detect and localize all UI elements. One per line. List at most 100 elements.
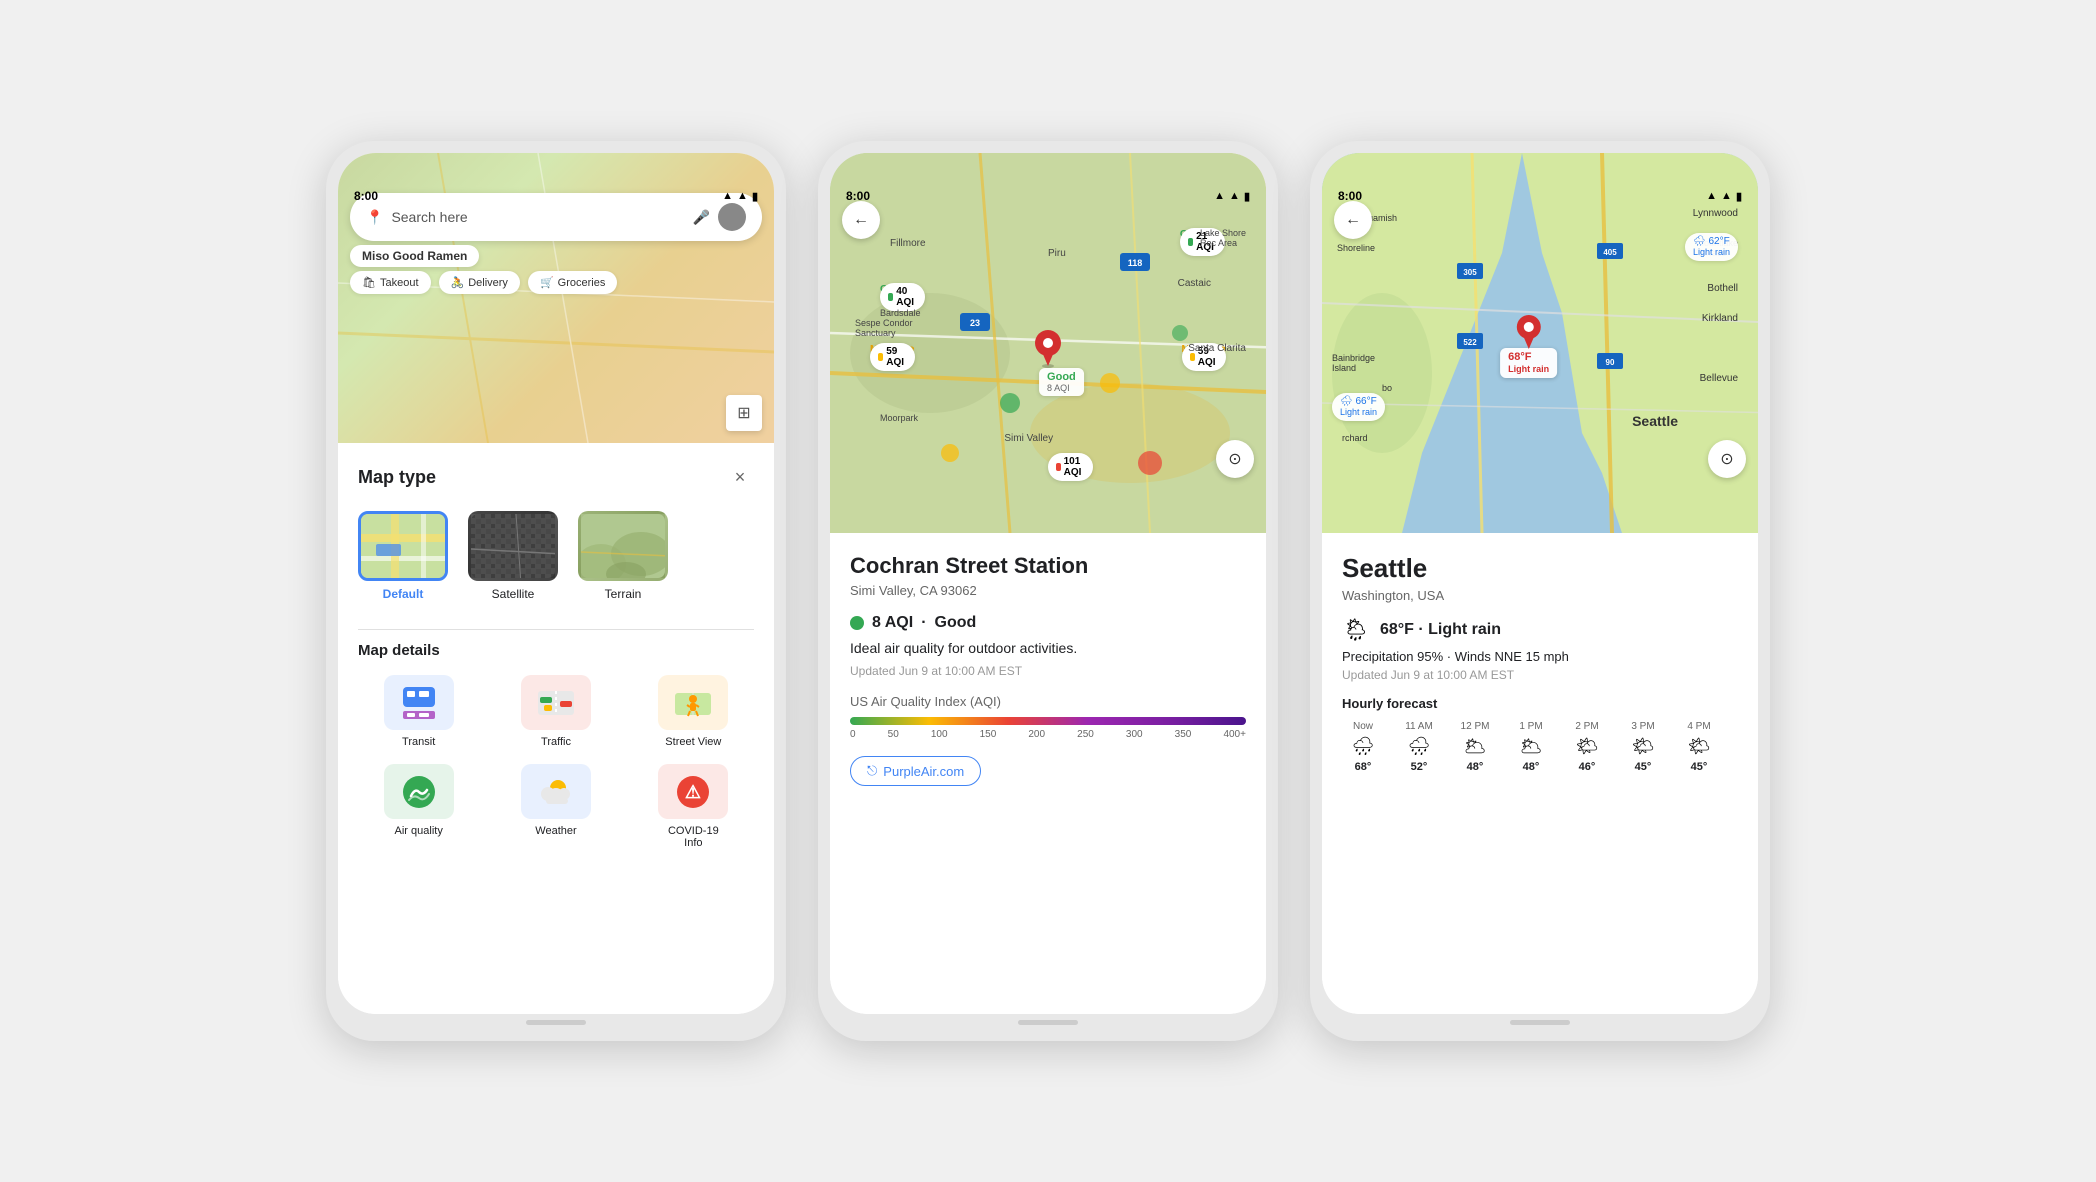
weather-detail: Precipitation 95% · Winds NNE 15 mph: [1342, 649, 1738, 664]
pin-badge-cond: Light rain: [1508, 364, 1549, 374]
takeout-chip[interactable]: 🛍 Takeout: [350, 271, 431, 294]
pin-svg-weather: [1515, 313, 1543, 351]
weather-icon-bg: [521, 764, 591, 819]
weather-icon-svg: [536, 772, 576, 812]
map-pin-aqi: [1033, 328, 1063, 373]
phone-1-inner: 8:00 ▲ ▲ ▮ 📍 Search h: [338, 153, 774, 1014]
layers-button[interactable]: ⊞: [726, 395, 762, 431]
close-button[interactable]: ×: [726, 463, 754, 491]
precipitation-text: Precipitation 95%: [1342, 649, 1443, 664]
label-lynnwood: Lynnwood: [1693, 208, 1738, 219]
wifi-icon-2: ▲: [1229, 190, 1240, 202]
aqi-label-150: 150: [980, 729, 997, 740]
satellite-label: Satellite: [492, 587, 535, 601]
svg-text:305: 305: [1463, 268, 1477, 277]
delivery-chip[interactable]: 🚴 Delivery: [439, 271, 520, 294]
weather-updated: Updated Jun 9 at 10:00 AM EST: [1342, 668, 1738, 682]
map-type-panel: Map type ×: [338, 443, 774, 1014]
map-type-terrain[interactable]: Terrain: [578, 511, 668, 601]
detail-covid[interactable]: ⚠ COVID-19 Info: [633, 764, 754, 849]
hourly-time-3: 1 PM: [1519, 721, 1542, 732]
locate-button-3[interactable]: ⊙: [1708, 440, 1746, 478]
svg-text:118: 118: [1128, 258, 1143, 268]
aqi-label-200: 200: [1028, 729, 1045, 740]
phone-1-time: 8:00: [354, 189, 378, 203]
map-types-row: Default: [358, 511, 754, 601]
hourly-temp-6: 45°: [1691, 761, 1708, 773]
badge-62-cond: Light rain: [1693, 247, 1730, 257]
streetview-icon-bg: [658, 675, 728, 730]
phone-1-map-bg: 8:00 ▲ ▲ ▮ 📍 Search h: [338, 153, 774, 443]
detail-weather[interactable]: Weather: [495, 764, 616, 849]
default-thumb: [358, 511, 448, 581]
map-label-bardsdale: Bardsdale: [880, 308, 921, 318]
map-details-grid: Transit Traffi: [358, 675, 754, 849]
weather-temp: 68°F: [1380, 621, 1414, 638]
phone-2-status-icons: ▲ ▲ ▮: [1214, 190, 1250, 203]
hourly-item-4pm: 4 PM 🌤 45°: [1678, 721, 1720, 773]
locate-button-2[interactable]: ⊙: [1216, 440, 1254, 478]
aqi-badge-59-left: 59 AQI Moderate: [870, 343, 914, 355]
phone-3-map: 8:00 ▲ ▲ ▮: [1322, 153, 1758, 533]
back-icon-2: ←: [853, 211, 869, 229]
map-type-default[interactable]: Default: [358, 511, 448, 601]
hourly-item-3pm: 3 PM 🌤 45°: [1622, 721, 1664, 773]
hourly-temp-2: 48°: [1467, 761, 1484, 773]
phone-3-inner: 8:00 ▲ ▲ ▮: [1322, 153, 1758, 1014]
locate-icon-3: ⊙: [1720, 449, 1733, 469]
hourly-icon-4: 🌤: [1576, 736, 1599, 757]
covid-icon-svg: ⚠: [673, 772, 713, 812]
filter-chips: 🛍 Takeout 🚴 Delivery 🛒 Groceries: [350, 271, 762, 294]
label-bellevue: Bellevue: [1700, 373, 1738, 384]
detail-traffic[interactable]: Traffic: [495, 675, 616, 748]
default-label: Default: [383, 587, 424, 601]
map-label-simiValley: Simi Valley: [1004, 433, 1053, 444]
station-address: Simi Valley, CA 93062: [850, 583, 1246, 598]
phone-2-time: 8:00: [846, 189, 870, 203]
aqi-info-panel: Cochran Street Station Simi Valley, CA 9…: [830, 533, 1266, 1014]
mic-icon: 🎤: [693, 209, 710, 226]
traffic-icon-svg: [536, 683, 576, 723]
detail-airquality[interactable]: Air quality: [358, 764, 479, 849]
detail-streetview[interactable]: Street View: [633, 675, 754, 748]
phone-2-inner: 8:00 ▲ ▲ ▮: [830, 153, 1266, 1014]
label-rchard: rchard: [1342, 433, 1368, 443]
battery-icon-3: ▮: [1736, 190, 1742, 203]
phone-1: 8:00 ▲ ▲ ▮ 📍 Search h: [326, 141, 786, 1041]
map-details-title: Map details: [358, 642, 754, 659]
user-avatar: [718, 203, 746, 231]
hourly-time-0: Now: [1353, 721, 1373, 732]
map-label-castalic: Castaic: [1178, 278, 1211, 289]
svg-text:90: 90: [1606, 358, 1615, 367]
map-pin-weather: [1515, 313, 1543, 356]
groceries-label: Groceries: [558, 277, 606, 289]
hourly-temp-3: 48°: [1523, 761, 1540, 773]
purpleair-link[interactable]: ⎋ PurpleAir.com: [850, 756, 981, 786]
streetview-icon-svg: [673, 683, 713, 723]
city-region: Washington, USA: [1342, 588, 1738, 603]
detail-transit[interactable]: Transit: [358, 675, 479, 748]
aqi-description: Ideal air quality for outdoor activities…: [850, 640, 1246, 656]
search-bar-text: Search here: [391, 209, 684, 225]
signal-icon-2: ▲: [1214, 190, 1225, 202]
hourly-item-5pm: 5 PM 🌤 42°: [1734, 721, 1738, 773]
aqi-updated: Updated Jun 9 at 10:00 AM EST: [850, 664, 1246, 678]
hourly-item-11am: 11 AM 🌧 52°: [1398, 721, 1440, 773]
phone-1-status-bar: 8:00 ▲ ▲ ▮: [338, 181, 774, 207]
phone-3-status-icons: ▲ ▲ ▮: [1706, 190, 1742, 203]
badge-66-temp: 66°F: [1355, 396, 1376, 407]
map-type-satellite[interactable]: Satellite: [468, 511, 558, 601]
layers-icon: ⊞: [737, 403, 750, 423]
phone-3-status-bar: 8:00 ▲ ▲ ▮: [1322, 181, 1758, 207]
google-maps-icon: 📍: [366, 209, 383, 226]
takeout-label: Takeout: [380, 277, 419, 289]
aqi-badge-40: 40 AQI Good: [880, 283, 906, 295]
phone-2: 8:00 ▲ ▲ ▮: [818, 141, 1278, 1041]
hourly-temp-5: 45°: [1635, 761, 1652, 773]
weather-main-row: 🌦 68°F · Light rain: [1342, 617, 1738, 643]
covid-label: COVID-19 Info: [668, 825, 719, 849]
label-seattle: Seattle: [1632, 413, 1678, 429]
aqi-label-400: 400+: [1223, 729, 1246, 740]
groceries-chip[interactable]: 🛒 Groceries: [528, 271, 617, 294]
pin-svg-aqi: [1033, 328, 1063, 368]
